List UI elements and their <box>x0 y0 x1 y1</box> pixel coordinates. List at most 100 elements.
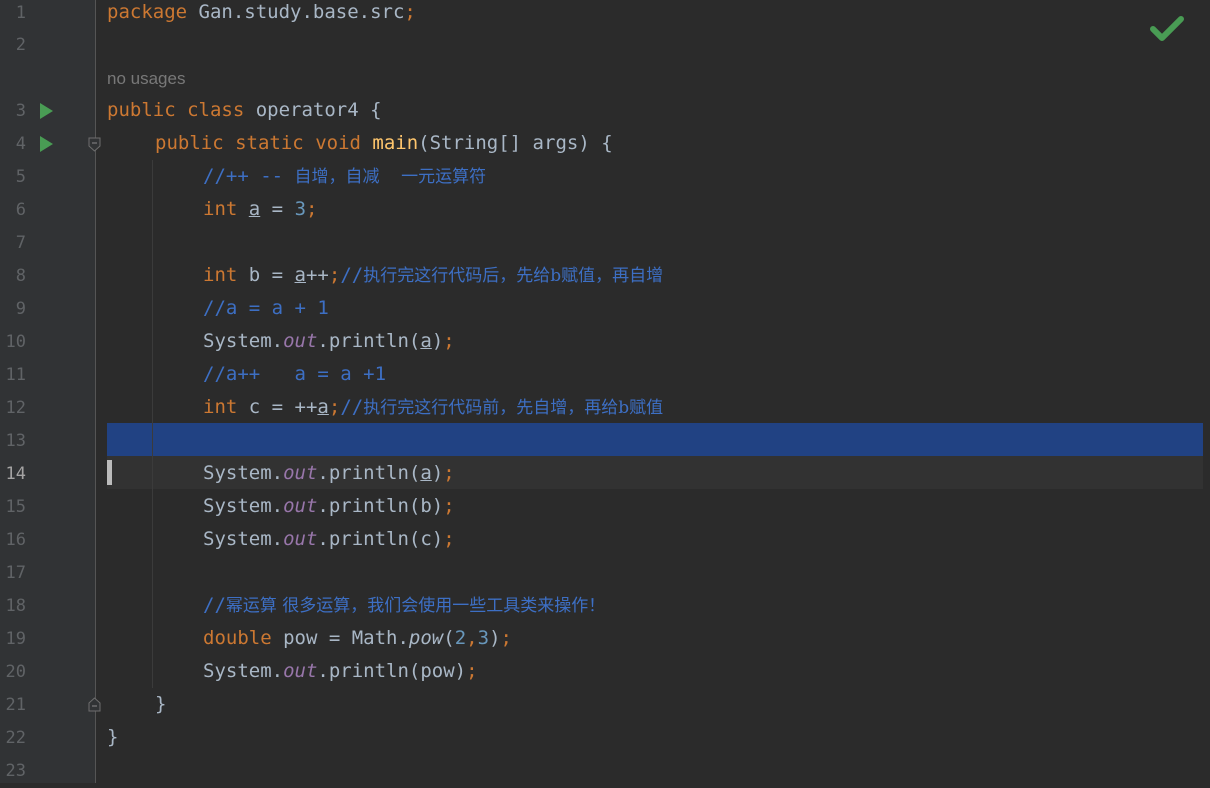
comment: 自增，自减 一元运算符 <box>294 167 487 187</box>
keyword: int <box>203 396 238 418</box>
line-number: 18 <box>5 596 26 616</box>
run-class-icon[interactable] <box>40 103 53 119</box>
run-main-icon[interactable] <box>40 136 53 152</box>
keyword: package <box>107 1 188 23</box>
variable: a <box>420 330 432 352</box>
semicolon: ; <box>328 264 341 286</box>
semicolon: ; <box>466 660 478 682</box>
static-field: out <box>283 462 318 484</box>
line-number: 21 <box>5 695 26 715</box>
number-literal: 2 <box>454 627 467 649</box>
package-name: Gan.study.base.src <box>187 1 405 23</box>
code-line-8[interactable]: int b = a++;//执行完这行代码后，先给b赋值，再自增 <box>203 259 663 292</box>
static-method: pow <box>408 627 444 649</box>
line-number: 15 <box>5 497 26 517</box>
comment: //++ -- <box>203 165 295 187</box>
variable: a <box>420 462 432 484</box>
static-field: out <box>283 660 318 682</box>
semicolon: ; <box>443 330 455 352</box>
line-number: 6 <box>15 200 26 220</box>
line-number: 3 <box>15 101 26 121</box>
code-text: ) <box>489 627 501 649</box>
method-call: .println( <box>317 462 421 484</box>
comment: 执行完这行代码前，先自增，再给b赋值 <box>363 398 664 418</box>
code-line-12[interactable]: int c = ++a;//执行完这行代码前，先自增，再给b赋值 <box>203 391 663 424</box>
comment: 执行完这行代码后，先给b赋值，再自增 <box>363 266 664 286</box>
number-literal: 3 <box>477 627 490 649</box>
variable: a <box>248 198 261 220</box>
inlay-hint-usages[interactable]: no usages <box>107 62 185 95</box>
semicolon: ; <box>500 627 512 649</box>
comment: // <box>340 264 364 286</box>
code-line-15[interactable]: System.out.println(b); <box>203 490 455 523</box>
code-line-22[interactable]: } <box>107 721 118 754</box>
code-line-9[interactable]: //a = a + 1 <box>203 292 329 325</box>
method-call: .println(c) <box>317 528 444 550</box>
semicolon: ; <box>306 198 318 220</box>
code-text: ) <box>431 462 444 484</box>
keyword: public <box>107 99 176 121</box>
line-number: 4 <box>15 134 26 154</box>
code-line-18[interactable]: //幂运算 很多运算，我们会使用一些工具类来操作！ <box>203 589 605 622</box>
static-field: out <box>283 528 318 550</box>
code-line-5[interactable]: //++ -- 自增，自减 一元运算符 <box>203 160 486 193</box>
code-line-16[interactable]: System.out.println(c); <box>203 523 455 556</box>
number-literal: 3 <box>294 198 307 220</box>
static-field: out <box>283 330 318 352</box>
line-number: 11 <box>5 365 26 385</box>
comment: // <box>340 396 364 418</box>
indent-guide <box>152 160 153 688</box>
semicolon: ; <box>443 462 455 484</box>
code-line-11[interactable]: //a++ a = a +1 <box>203 358 386 391</box>
code-line-6[interactable]: int a = 3; <box>203 193 317 226</box>
semicolon: ; <box>443 528 455 550</box>
code-line-4[interactable]: public static void main(String[] args) { <box>155 127 613 160</box>
line-number: 16 <box>5 530 26 550</box>
method-call: .println(b) <box>317 495 444 517</box>
line-number: 17 <box>5 563 26 583</box>
line-number: 23 <box>5 761 26 781</box>
line-number: 10 <box>5 332 26 352</box>
code-line-3[interactable]: public class operator4 { <box>107 94 382 127</box>
fold-collapse-icon[interactable] <box>88 137 101 152</box>
semicolon: ; <box>404 1 416 23</box>
no-problems-check-icon[interactable] <box>1150 15 1184 43</box>
semicolon: ; <box>443 495 455 517</box>
line-number: 12 <box>5 398 26 418</box>
code-line-1[interactable]: package Gan.study.base.src; <box>107 0 416 29</box>
code-line-20[interactable]: System.out.println(pow); <box>203 655 478 688</box>
keyword: void <box>315 132 361 154</box>
method-call: .println( <box>317 330 421 352</box>
line-number: 9 <box>15 299 26 319</box>
line-number: 20 <box>5 662 26 682</box>
line-number: 2 <box>15 35 26 55</box>
fold-end-icon[interactable] <box>88 697 101 712</box>
code-text: c = ++ <box>237 396 318 418</box>
line-number: 1 <box>15 3 26 23</box>
code-line-10[interactable]: System.out.println(a); <box>203 325 455 358</box>
semicolon: ; <box>328 396 341 418</box>
code-text: System. <box>203 462 284 484</box>
code-text: System. <box>203 495 284 517</box>
line-number: 13 <box>5 431 26 451</box>
method-call: .println(pow) <box>317 660 467 682</box>
line-number: 22 <box>5 728 26 748</box>
keyword: public <box>155 132 224 154</box>
static-field: out <box>283 495 318 517</box>
method-params: (String[] args) { <box>418 132 613 154</box>
line-number: 8 <box>15 266 26 286</box>
keyword: static <box>235 132 304 154</box>
keyword: int <box>203 264 238 286</box>
operator: = <box>260 198 295 220</box>
keyword: int <box>203 198 238 220</box>
code-text: ) <box>431 330 444 352</box>
variable: a <box>294 264 306 286</box>
line-number: 7 <box>15 233 26 253</box>
class-name: operator4 { <box>244 99 382 121</box>
code-line-21[interactable]: } <box>155 688 166 721</box>
code-line-14[interactable]: System.out.println(a); <box>203 457 455 490</box>
keyword: class <box>187 99 245 121</box>
code-text: System. <box>203 528 284 550</box>
code-line-19[interactable]: double pow = Math.pow(2,3); <box>203 622 512 655</box>
comma: , <box>466 627 478 649</box>
